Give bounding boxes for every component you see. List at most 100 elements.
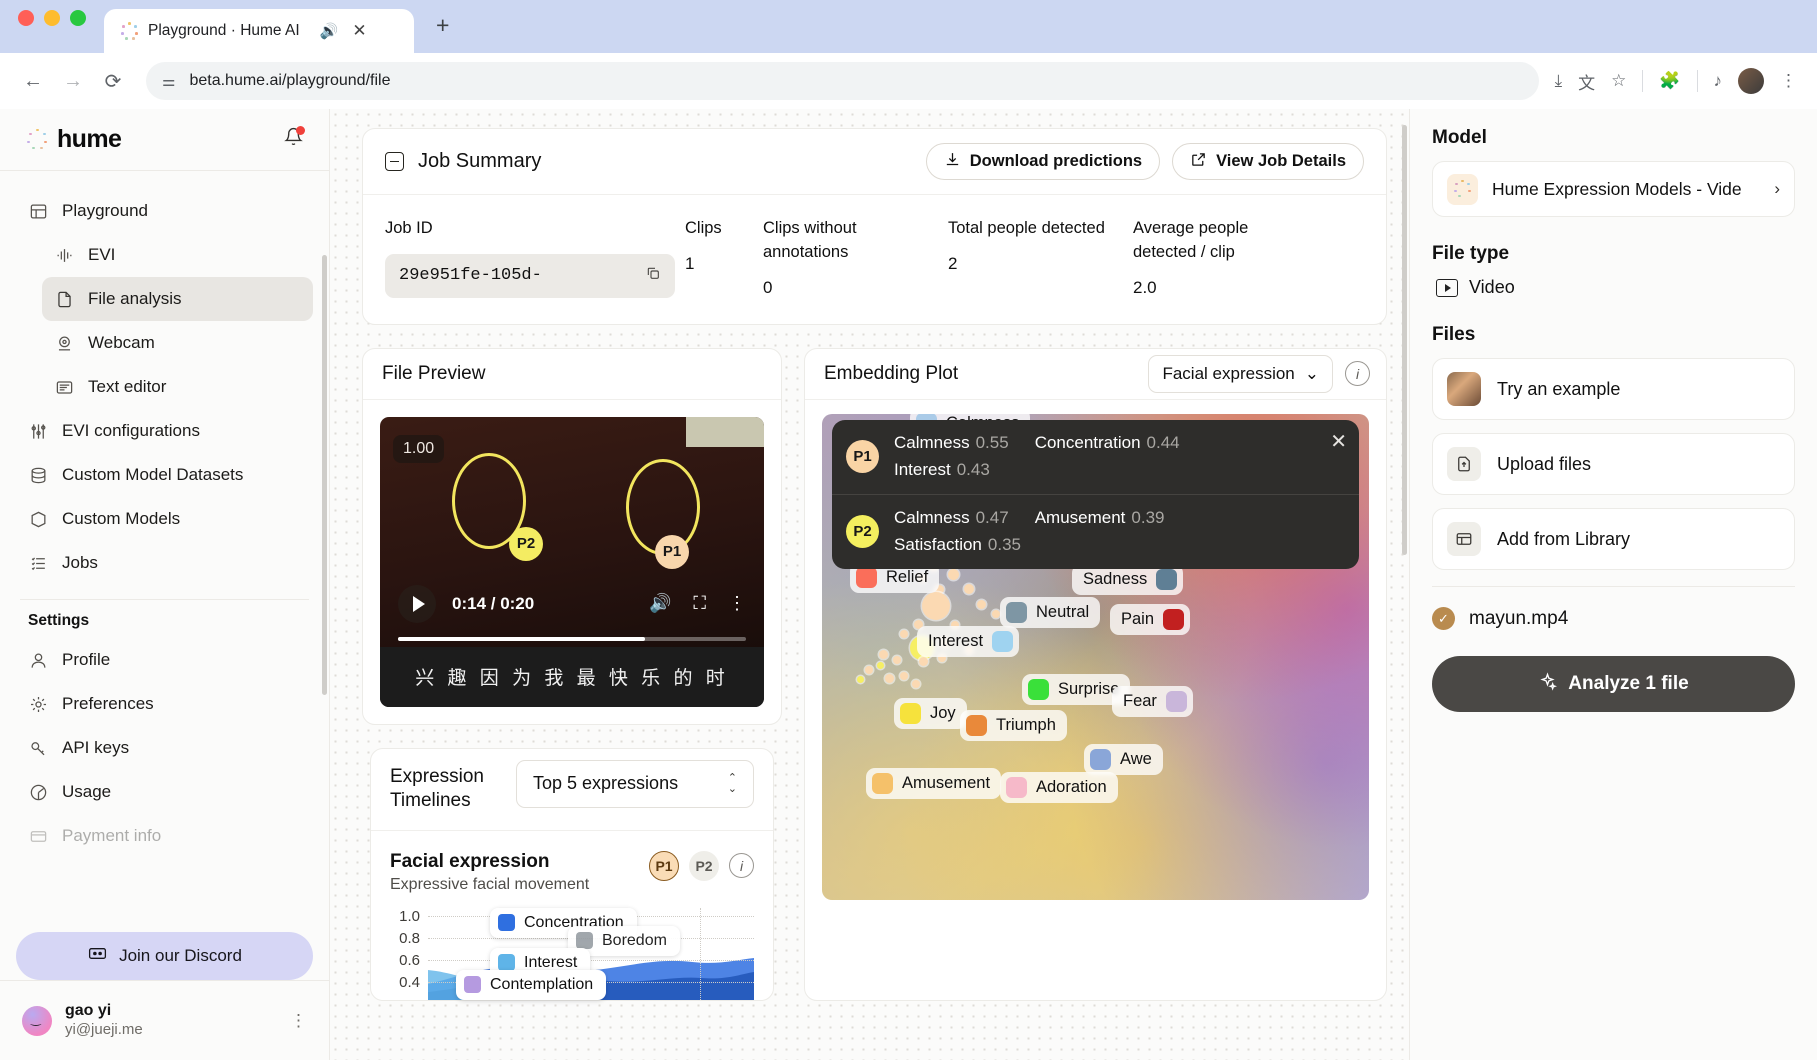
stat-value: 1	[685, 253, 695, 273]
sidebar-item-file-analysis[interactable]: File analysis	[42, 277, 313, 321]
info-icon[interactable]: i	[729, 853, 754, 879]
legend-chip-contemplation[interactable]: Contemplation	[456, 969, 607, 1000]
cube-icon	[28, 509, 49, 530]
left-column: File Preview 1.00 P2 P1 0:14 / 0:20 🔊 ⛶ …	[362, 347, 782, 1001]
browser-tab[interactable]: Playground · Hume AI 🔊 ✕	[104, 9, 414, 53]
stat-label: Total people detected	[948, 219, 1105, 237]
sidebar-user-footer[interactable]: gao yi yi@jueji.me ⋮	[0, 980, 329, 1060]
upload-files-button[interactable]: Upload files	[1432, 433, 1795, 495]
emotion-label-amusement[interactable]: Amusement	[866, 767, 1002, 799]
database-icon	[28, 465, 49, 486]
close-window-button[interactable]	[18, 10, 34, 26]
sidebar-item-preferences[interactable]: Preferences	[16, 682, 313, 726]
person-badge-p1[interactable]: P1	[649, 850, 679, 881]
emotion-label-awe[interactable]: Awe	[1084, 743, 1163, 775]
new-tab-button[interactable]: +	[436, 12, 449, 53]
emotion-label-interest[interactable]: Interest	[917, 625, 1020, 657]
avatar	[22, 1005, 52, 1036]
analyze-button[interactable]: Analyze 1 file	[1432, 656, 1795, 712]
install-app-icon[interactable]: ⤓	[1555, 71, 1563, 91]
extensions-puzzle-icon[interactable]: 🧩	[1659, 71, 1680, 91]
embedding-canvas[interactable]: Calmness Tiredness Anger Boredom	[822, 413, 1369, 900]
emotion-name: Fear	[1123, 691, 1157, 710]
example-thumbnail-icon	[1447, 372, 1481, 406]
emotion-label-fear[interactable]: Fear	[1112, 685, 1193, 717]
layout-icon	[28, 201, 49, 222]
video-caption: 兴 趣 因 为 我 最 快 乐 的 时	[380, 646, 764, 707]
sidebar-item-usage[interactable]: Usage	[16, 770, 313, 814]
info-icon[interactable]: i	[1345, 361, 1370, 387]
job-summary-title: Job Summary	[418, 150, 542, 172]
reload-button[interactable]: ⟳	[96, 64, 130, 98]
view-job-details-button[interactable]: View Job Details	[1172, 143, 1364, 180]
sidebar-scrollbar[interactable]	[322, 255, 327, 695]
download-predictions-button[interactable]: Download predictions	[925, 143, 1161, 180]
job-id-value-box[interactable]: 29e951fe-105d-	[385, 253, 675, 298]
bookmark-star-icon[interactable]: ☆	[1611, 71, 1626, 91]
forward-button[interactable]: →	[56, 64, 90, 98]
stat-clips-without-annotations: Clips without annotations 0	[763, 217, 938, 298]
sidebar-item-profile[interactable]: Profile	[16, 638, 313, 682]
collapse-icon[interactable]	[385, 152, 404, 171]
brand[interactable]: hume	[26, 125, 122, 154]
notifications-button[interactable]	[284, 126, 305, 152]
tab-close-icon[interactable]: ✕	[352, 21, 366, 41]
hume-logo-icon	[26, 128, 48, 151]
sidebar-item-custom-models[interactable]: Custom Models	[16, 497, 313, 541]
sidebar-item-api-keys[interactable]: API keys	[16, 726, 313, 770]
model-selector[interactable]: Hume Expression Models - Vide ›	[1432, 161, 1795, 217]
title-line-2: Timelines	[390, 790, 471, 812]
sidebar-item-jobs[interactable]: Jobs	[16, 541, 313, 585]
sidebar-header: hume	[0, 109, 329, 171]
tooltip-emotion: Concentration 0.44	[1035, 432, 1180, 455]
video-more-icon[interactable]: ⋮	[728, 593, 746, 614]
sidebar-item-payment-info[interactable]: Payment info	[16, 814, 313, 858]
card-icon	[28, 826, 49, 847]
sidebar-item-webcam[interactable]: Webcam	[42, 321, 313, 365]
sidebar-item-evi-configurations[interactable]: EVI configurations	[16, 409, 313, 453]
site-settings-icon[interactable]: ⚌	[162, 72, 175, 90]
emotion-label-neutral[interactable]: Neutral	[1000, 596, 1101, 628]
try-an-example-button[interactable]: Try an example	[1432, 358, 1795, 420]
page-scrollbar[interactable]	[1402, 125, 1407, 555]
sidebar-item-text-editor[interactable]: Text editor	[42, 365, 313, 409]
maximize-window-button[interactable]	[70, 10, 86, 26]
add-from-library-button[interactable]: Add from Library	[1432, 508, 1795, 570]
tooltip-emotion: Interest 0.43	[894, 459, 1301, 482]
tab-title: Playground · Hume AI	[148, 22, 300, 39]
selected-file-row[interactable]: ✓ mayun.mp4	[1432, 607, 1795, 630]
fullscreen-icon[interactable]: ⛶	[693, 593, 706, 614]
expressions-select[interactable]: Top 5 expressions ⌃ ⌄	[516, 759, 754, 808]
translate-icon[interactable]: 文	[1578, 69, 1595, 94]
profile-avatar[interactable]	[1738, 68, 1764, 94]
sidebar-item-playground[interactable]: Playground	[16, 189, 313, 233]
back-button[interactable]: ←	[16, 64, 50, 98]
video-time: 0:14 / 0:20	[452, 593, 535, 613]
job-summary-card: Job Summary Download predictions View Jo…	[362, 128, 1387, 325]
emotion-name: Relief	[886, 567, 929, 586]
emotion-label-triumph[interactable]: Triumph	[960, 709, 1067, 741]
video-player[interactable]: 1.00 P2 P1 0:14 / 0:20 🔊 ⛶ ⋮ 兴 趣 因 为 我 最…	[380, 416, 764, 707]
person-badge-p2[interactable]: P2	[689, 850, 719, 881]
emotion-label-pain[interactable]: Pain	[1110, 603, 1191, 635]
sidebar-item-custom-model-datasets[interactable]: Custom Model Datasets	[16, 453, 313, 497]
browser-menu-icon[interactable]: ⋮	[1780, 71, 1797, 91]
color-swatch	[1006, 601, 1027, 623]
media-control-icon[interactable]: ♪	[1714, 71, 1723, 91]
tab-audio-icon[interactable]: 🔊	[320, 22, 339, 40]
embedding-model-select[interactable]: Facial expression ⌄	[1148, 354, 1333, 393]
emotion-label-joy[interactable]: Joy	[894, 697, 967, 729]
video-right-controls: 🔊 ⛶ ⋮	[649, 593, 746, 614]
join-discord-button[interactable]: Join our Discord	[16, 932, 313, 980]
play-icon[interactable]	[398, 584, 436, 623]
close-icon[interactable]: ✕	[1330, 432, 1347, 452]
main-content: Job Summary Download predictions View Jo…	[330, 109, 1409, 1060]
user-menu-icon[interactable]: ⋮	[290, 1011, 307, 1031]
video-progress-bar[interactable]	[398, 636, 746, 641]
minimize-window-button[interactable]	[44, 10, 60, 26]
sidebar-item-evi[interactable]: EVI	[42, 233, 313, 277]
volume-icon[interactable]: 🔊	[649, 593, 671, 614]
address-bar[interactable]: ⚌ beta.hume.ai/playground/file	[146, 62, 1539, 100]
copy-icon[interactable]	[645, 265, 661, 286]
emotion-label-adoration[interactable]: Adoration	[1000, 771, 1118, 803]
